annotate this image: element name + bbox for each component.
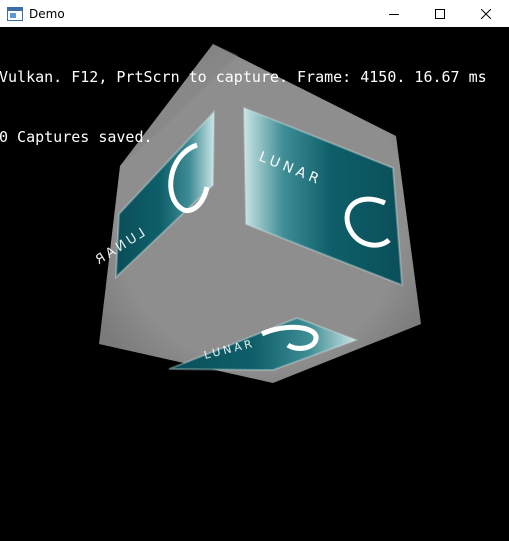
status-line-captures: 0 Captures saved. [0, 128, 153, 146]
maximize-button[interactable] [417, 0, 463, 27]
app-window-icon[interactable] [7, 6, 23, 22]
status-line-frame: Vulkan. F12, PrtScrn to capture. Frame: … [0, 68, 487, 86]
window-title: Demo [29, 6, 65, 21]
title-bar[interactable]: Demo [0, 0, 509, 27]
demo-window: Demo Vulkan. F12, PrtScrn to capture. Fr… [0, 0, 509, 541]
minimize-button[interactable] [371, 0, 417, 27]
maximize-icon [435, 8, 445, 19]
render-viewport[interactable]: Vulkan. F12, PrtScrn to capture. Frame: … [0, 27, 509, 541]
status-overlay: Vulkan. F12, PrtScrn to capture. Frame: … [0, 27, 487, 187]
minimize-icon [389, 9, 399, 19]
close-icon [481, 8, 491, 19]
close-button[interactable] [463, 0, 509, 27]
